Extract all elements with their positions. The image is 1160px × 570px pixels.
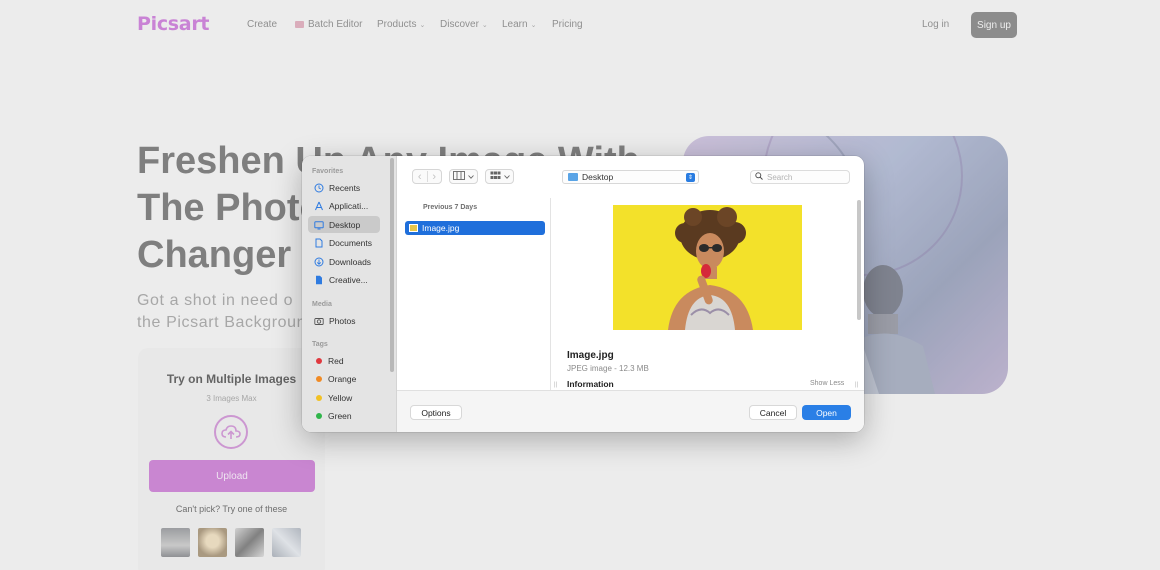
folder-icon: [568, 173, 578, 181]
file-browser-column: Previous 7 Days Image.jpg: [399, 198, 551, 390]
sidebar-scrollbar[interactable]: [390, 158, 394, 372]
file-open-dialog: Favorites Recents Applicati... Desktop D…: [302, 156, 864, 432]
search-icon: [755, 172, 763, 182]
grid-view-icon: [490, 171, 501, 182]
search-placeholder: Search: [767, 172, 793, 182]
file-row-image-jpg[interactable]: Image.jpg: [405, 221, 545, 235]
back-forward-buttons: ‹ ›: [412, 169, 442, 184]
sidebar-item-desktop[interactable]: Desktop: [308, 216, 380, 233]
camera-icon: [314, 316, 324, 326]
forward-icon[interactable]: ›: [427, 171, 441, 183]
file-preview-pane: Image.jpg JPEG image - 12.3 MB Informati…: [560, 198, 856, 390]
view-columns-button[interactable]: [449, 169, 478, 184]
document-icon: [314, 238, 324, 248]
dialog-toolbar: ‹ › Desktop ⇕ Search: [397, 156, 864, 196]
show-less-link[interactable]: Show Less: [810, 380, 844, 387]
columns-view-icon: [453, 171, 465, 182]
sidebar-item-photos[interactable]: Photos: [308, 312, 380, 329]
sidebar-header-tags: Tags: [312, 341, 328, 348]
image-preview: [613, 205, 802, 330]
preview-scrollbar[interactable]: [857, 200, 861, 320]
column-resize-handle[interactable]: ||: [855, 382, 858, 388]
clock-icon: [314, 183, 324, 193]
sidebar-item-creative[interactable]: Creative...: [308, 271, 380, 288]
sidebar-tag-green[interactable]: Green: [308, 407, 380, 424]
group-view-button[interactable]: [485, 169, 514, 184]
applications-icon: [314, 201, 324, 211]
back-icon[interactable]: ‹: [413, 171, 427, 183]
sidebar-tag-orange[interactable]: Orange: [308, 370, 380, 387]
red-tag-dot-icon: [316, 357, 322, 364]
file-icon: [314, 275, 324, 285]
image-file-icon: [409, 224, 418, 232]
sidebar-tag-red[interactable]: Red: [308, 352, 380, 369]
cancel-button[interactable]: Cancel: [749, 405, 797, 420]
options-button[interactable]: Options: [410, 405, 462, 420]
open-button[interactable]: Open: [802, 405, 851, 420]
sidebar-item-applications[interactable]: Applicati...: [308, 197, 380, 214]
dialog-sidebar: Favorites Recents Applicati... Desktop D…: [302, 156, 397, 432]
search-field[interactable]: Search: [750, 170, 850, 184]
preview-information-header: Information: [567, 379, 614, 389]
download-icon: [314, 257, 324, 267]
sidebar-item-documents[interactable]: Documents: [308, 234, 380, 251]
sidebar-header-media: Media: [312, 301, 332, 308]
chevron-down-icon: [503, 172, 510, 181]
chevron-down-icon: [468, 172, 474, 181]
sidebar-header-favorites: Favorites: [312, 168, 344, 175]
yellow-tag-dot-icon: [316, 394, 322, 401]
sidebar-item-downloads[interactable]: Downloads: [308, 253, 380, 270]
location-stepper-icon: ⇕: [686, 173, 695, 182]
sidebar-tag-yellow[interactable]: Yellow: [308, 389, 380, 406]
file-group-header: Previous 7 Days: [423, 204, 478, 211]
green-tag-dot-icon: [316, 412, 322, 419]
preview-file-meta: JPEG image - 12.3 MB: [567, 364, 649, 373]
desktop-icon: [314, 220, 324, 230]
column-resize-handle[interactable]: ||: [554, 382, 557, 388]
dialog-footer: Options Cancel Open: [397, 390, 864, 432]
sidebar-item-recents[interactable]: Recents: [308, 179, 380, 196]
orange-tag-dot-icon: [316, 375, 322, 382]
preview-file-name: Image.jpg: [567, 350, 614, 361]
location-dropdown[interactable]: Desktop ⇕: [562, 170, 699, 184]
